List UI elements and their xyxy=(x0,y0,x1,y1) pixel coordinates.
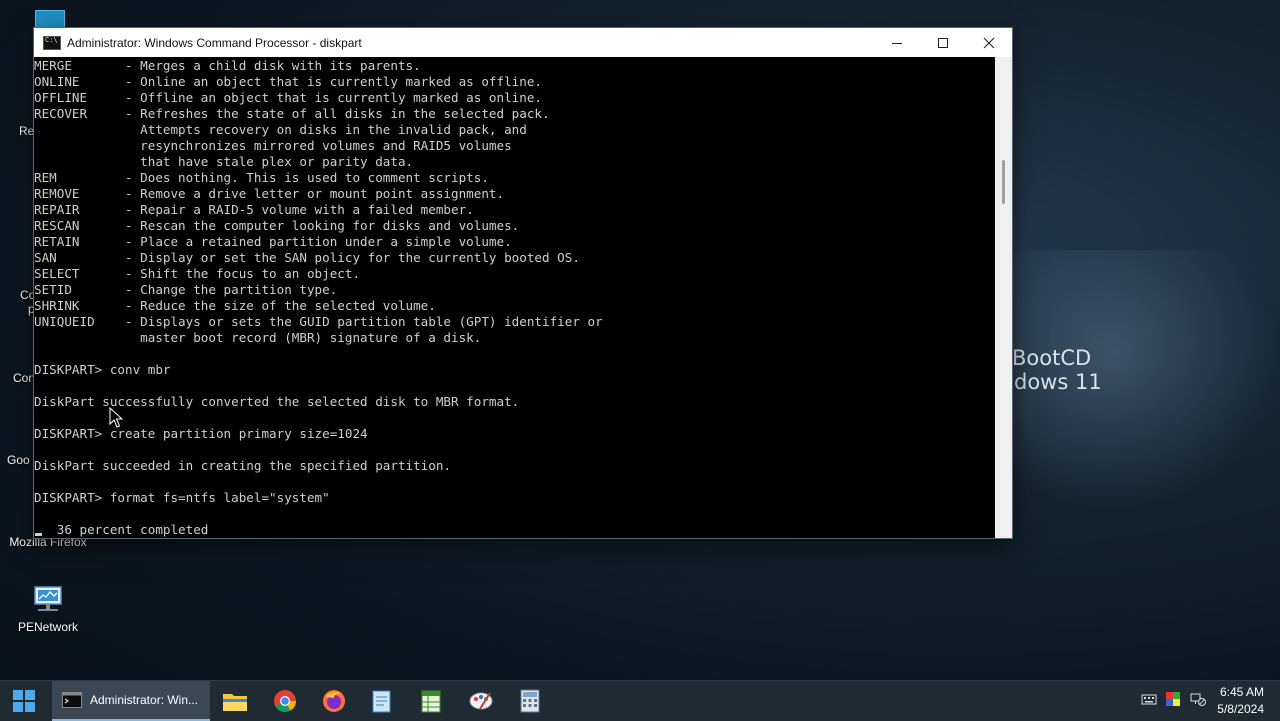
minimize-button[interactable] xyxy=(874,28,920,57)
spreadsheet-icon[interactable] xyxy=(411,681,451,721)
keyboard-icon[interactable] xyxy=(1141,692,1157,711)
console-line: DISKPART> create partition primary size=… xyxy=(34,426,368,441)
console-line: that have stale plex or parity data. xyxy=(34,154,414,169)
console-line: REM - Does nothing. This is used to comm… xyxy=(34,170,489,185)
file-explorer-icon[interactable] xyxy=(215,681,255,721)
calculator-icon[interactable] xyxy=(510,681,550,721)
start-button[interactable] xyxy=(4,681,44,721)
taskbar-cmd-label: Administrator: Win... xyxy=(90,693,199,707)
console-line: UNIQUEID - Displays or sets the GUID par… xyxy=(34,314,603,329)
network-status-icon[interactable] xyxy=(1189,691,1207,712)
firefox-icon[interactable] xyxy=(314,681,354,721)
minimize-icon xyxy=(892,42,902,44)
console-line: Attempts recovery on disks in the invali… xyxy=(34,122,527,137)
console-line: DiskPart succeeded in creating the speci… xyxy=(34,458,452,473)
chrome-icon[interactable] xyxy=(265,681,305,721)
console-line: RETAIN - Place a retained partition unde… xyxy=(34,234,512,249)
console-line: RECOVER - Refreshes the state of all dis… xyxy=(34,106,550,121)
wallpaper-line1: BootCD xyxy=(1012,346,1092,370)
console-cursor xyxy=(35,533,42,536)
console-line: resynchronizes mirrored volumes and RAID… xyxy=(34,138,512,153)
windows-logo-icon xyxy=(13,690,35,712)
maximize-button[interactable] xyxy=(920,28,966,57)
console-line: SELECT - Shift the focus to an object. xyxy=(34,266,361,281)
cmd-icon xyxy=(62,692,82,708)
window-title: Administrator: Windows Command Processor… xyxy=(67,35,362,50)
desktop-icon-label: PENetwork xyxy=(17,620,79,634)
console-line: MERGE - Merges a child disk with its par… xyxy=(34,58,421,73)
console-line: REPAIR - Repair a RAID-5 volume with a f… xyxy=(34,202,474,217)
system-tray: 6:45 AM 5/8/2024 xyxy=(1141,681,1280,721)
taskbar: Administrator: Win... 6:45 AM 5/8/2024 xyxy=(0,680,1280,721)
cmd-window[interactable]: Administrator: Windows Command Processor… xyxy=(33,27,1013,539)
wallpaper-text: BootCD dows 11 xyxy=(1012,346,1102,394)
desktop-icon-partial-label[interactable]: Con xyxy=(13,371,35,385)
wallpaper-line2: dows 11 xyxy=(1014,370,1102,394)
console-line: DiskPart successfully converted the sele… xyxy=(34,394,520,409)
clock-date: 5/8/2024 xyxy=(1217,702,1264,716)
close-icon xyxy=(983,37,995,48)
console-line: OFFLINE - Offline an object that is curr… xyxy=(34,90,542,105)
paint-icon[interactable] xyxy=(461,681,501,721)
scrollbar-thumb[interactable] xyxy=(1002,160,1005,204)
console-output[interactable]: MERGE - Merges a child disk with its par… xyxy=(34,57,995,538)
color-picker-icon[interactable] xyxy=(1165,691,1181,712)
console-line: master boot record (MBR) signature of a … xyxy=(34,330,482,345)
close-button[interactable] xyxy=(966,28,1012,57)
clock-time: 6:45 AM xyxy=(1219,685,1264,699)
network-icon xyxy=(32,584,64,616)
console-text: MERGE - Merges a child disk with its par… xyxy=(34,57,995,538)
console-line: SETID - Change the partition type. xyxy=(34,282,338,297)
cmd-icon xyxy=(43,35,61,50)
console-line: SAN - Display or set the SAN policy for … xyxy=(34,250,580,265)
console-line: DISKPART> conv mbr xyxy=(34,362,171,377)
console-line: RESCAN - Rescan the computer looking for… xyxy=(34,218,520,233)
taskbar-clock[interactable]: 6:45 AM 5/8/2024 xyxy=(1217,684,1264,718)
desktop-icon-penetwork[interactable]: PENetwork xyxy=(3,584,93,634)
console-line: SHRINK - Reduce the size of the selected… xyxy=(34,298,436,313)
console-line: ONLINE - Online an object that is curren… xyxy=(34,74,542,89)
mouse-pointer-icon xyxy=(109,406,124,434)
maximize-icon xyxy=(938,37,948,48)
taskbar-cmd-button[interactable]: Administrator: Win... xyxy=(52,681,210,721)
console-line: REMOVE - Remove a drive letter or mount … xyxy=(34,186,505,201)
window-controls xyxy=(874,28,1012,57)
window-titlebar[interactable]: Administrator: Windows Command Processor… xyxy=(34,28,1012,57)
console-line: DISKPART> format fs=ntfs label="system" xyxy=(34,490,330,505)
desktop-icon-partial-label[interactable]: Goo xyxy=(7,453,30,467)
console-scrollbar[interactable] xyxy=(995,57,1012,538)
notepad-icon[interactable] xyxy=(362,681,402,721)
console-line: 36 percent completed xyxy=(34,522,209,537)
